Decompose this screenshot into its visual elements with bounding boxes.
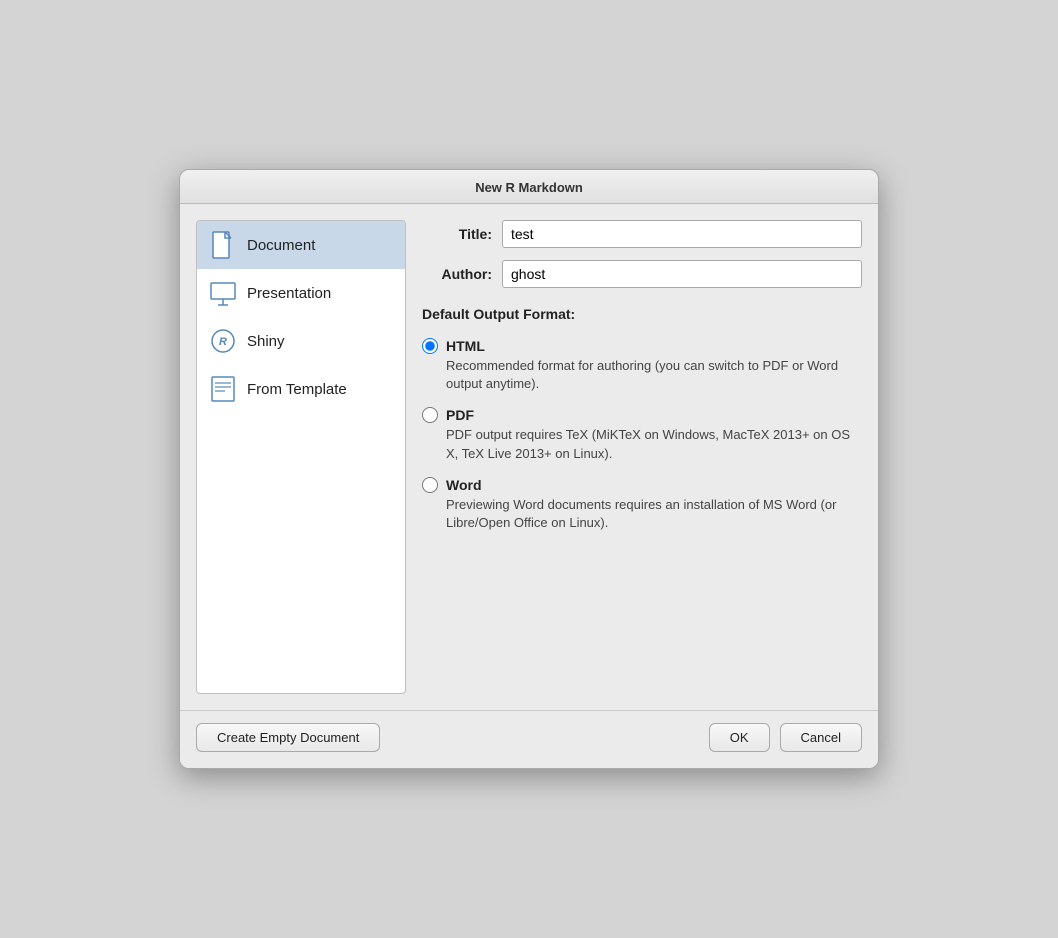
format-html-option: HTML Recommended format for authoring (y…	[422, 338, 862, 393]
format-pdf-label: PDF	[446, 407, 474, 423]
title-row: Title:	[422, 220, 862, 248]
author-row: Author:	[422, 260, 862, 288]
sidebar: Document Presentation R	[196, 220, 406, 694]
format-pdf-radio[interactable]	[422, 407, 438, 423]
create-empty-button[interactable]: Create Empty Document	[196, 723, 380, 752]
format-word-header: Word	[422, 477, 862, 493]
title-label: Title:	[422, 226, 492, 242]
dialog-title: New R Markdown	[196, 180, 862, 195]
author-label: Author:	[422, 266, 492, 282]
new-rmarkdown-dialog: New R Markdown Document	[179, 169, 879, 769]
sidebar-item-presentation[interactable]: Presentation	[197, 269, 405, 317]
format-html-label: HTML	[446, 338, 485, 354]
sidebar-item-label-presentation: Presentation	[247, 285, 331, 302]
shiny-icon: R	[209, 327, 237, 355]
sidebar-item-from-template[interactable]: From Template	[197, 365, 405, 413]
format-word-option: Word Previewing Word documents requires …	[422, 477, 862, 532]
content-panel: Title: Author: Default Output Format: HT…	[422, 220, 862, 694]
format-html-radio[interactable]	[422, 338, 438, 354]
template-icon	[209, 375, 237, 403]
sidebar-item-label-document: Document	[247, 237, 315, 254]
ok-button[interactable]: OK	[709, 723, 770, 752]
dialog-titlebar: New R Markdown	[180, 170, 878, 204]
format-html-desc: Recommended format for authoring (you ca…	[446, 357, 862, 393]
format-radio-group: HTML Recommended format for authoring (y…	[422, 338, 862, 532]
format-section-title: Default Output Format:	[422, 306, 862, 322]
sidebar-item-label-shiny: Shiny	[247, 333, 285, 350]
format-pdf-header: PDF	[422, 407, 862, 423]
presentation-icon	[209, 279, 237, 307]
footer-right-buttons: OK Cancel	[709, 723, 862, 752]
format-word-radio[interactable]	[422, 477, 438, 493]
title-input[interactable]	[502, 220, 862, 248]
format-pdf-option: PDF PDF output requires TeX (MiKTeX on W…	[422, 407, 862, 462]
sidebar-item-label-from-template: From Template	[247, 381, 347, 398]
format-html-header: HTML	[422, 338, 862, 354]
dialog-footer: Create Empty Document OK Cancel	[180, 710, 878, 768]
document-icon	[209, 231, 237, 259]
sidebar-item-shiny[interactable]: R Shiny	[197, 317, 405, 365]
cancel-button[interactable]: Cancel	[780, 723, 862, 752]
dialog-body: Document Presentation R	[180, 204, 878, 710]
format-word-label: Word	[446, 477, 482, 493]
svg-text:R: R	[219, 336, 227, 348]
format-word-desc: Previewing Word documents requires an in…	[446, 496, 862, 532]
sidebar-item-document[interactable]: Document	[197, 221, 405, 269]
format-pdf-desc: PDF output requires TeX (MiKTeX on Windo…	[446, 426, 862, 462]
author-input[interactable]	[502, 260, 862, 288]
